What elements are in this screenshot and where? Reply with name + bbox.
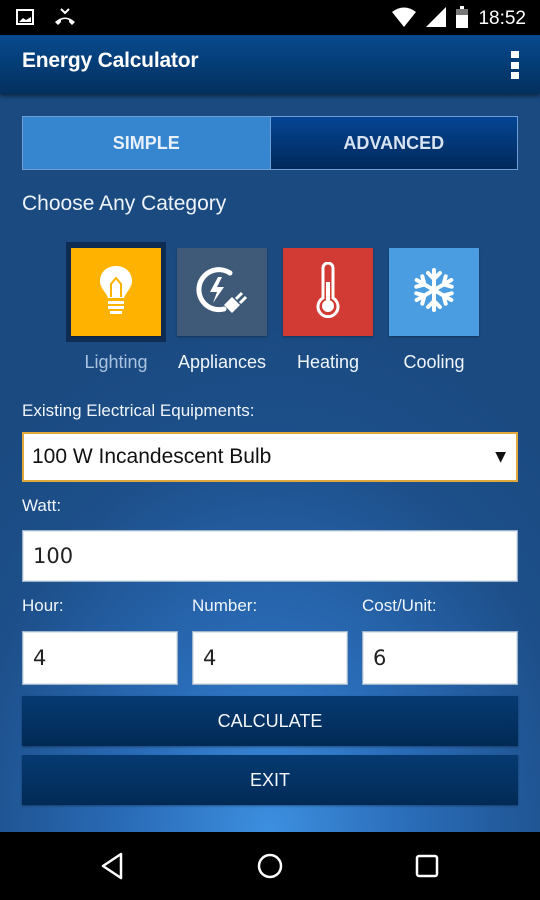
cost-input[interactable]: 6: [362, 631, 518, 685]
overflow-menu-icon[interactable]: [510, 51, 520, 79]
signal-icon: [426, 7, 447, 31]
tab-advanced[interactable]: ADVANCED: [269, 117, 517, 169]
dropdown-arrow-icon: ▼: [495, 449, 506, 465]
category-cooling[interactable]: Cooling: [384, 242, 484, 373]
calculate-button[interactable]: CALCULATE: [22, 696, 518, 746]
wifi-icon: [392, 7, 417, 31]
mode-tabs: SIMPLE ADVANCED: [22, 116, 518, 170]
equipment-select[interactable]: 100 W Incandescent Bulb ▼: [22, 432, 518, 482]
missed-call-icon: [54, 8, 76, 30]
watt-input[interactable]: 100: [22, 530, 518, 582]
status-time: 18:52: [478, 8, 526, 29]
status-bar: 18:52: [0, 0, 540, 35]
category-list: Lighting Appliances Heating Cooling: [66, 242, 486, 380]
watt-label: Watt:: [22, 496, 62, 515]
cost-label: Cost/Unit:: [362, 596, 437, 615]
hour-input[interactable]: 4: [22, 631, 178, 685]
image-notification-icon: [16, 9, 34, 29]
category-lighting[interactable]: Lighting: [66, 242, 166, 373]
tab-simple[interactable]: SIMPLE: [23, 117, 270, 169]
equipment-label: Existing Electrical Equipments:: [22, 401, 255, 420]
home-icon[interactable]: [254, 850, 286, 882]
category-label: Cooling: [403, 352, 465, 372]
navigation-bar: [0, 832, 540, 900]
battery-icon: [456, 6, 469, 32]
main-content: SIMPLE ADVANCED Choose Any Category Ligh…: [0, 94, 540, 832]
category-label: Heating: [296, 352, 360, 372]
power-plug-icon: [194, 265, 250, 319]
hour-label: Hour:: [22, 596, 64, 615]
app-title: Energy Calculator: [22, 49, 199, 72]
exit-button[interactable]: EXIT: [22, 755, 518, 805]
back-icon[interactable]: [97, 850, 129, 882]
number-label: Number:: [192, 596, 258, 615]
category-label: Appliances: [177, 352, 267, 372]
equipment-select-value: 100 W Incandescent Bulb: [32, 445, 272, 468]
category-heading: Choose Any Category: [22, 192, 227, 215]
category-appliances[interactable]: Appliances: [172, 242, 272, 373]
thermometer-icon: [316, 261, 340, 322]
category-label: Lighting: [84, 352, 148, 372]
lightbulb-icon: [98, 264, 134, 320]
category-heating[interactable]: Heating: [278, 242, 378, 373]
snowflake-icon: [411, 267, 457, 317]
app-bar: Energy Calculator: [0, 35, 540, 94]
recents-icon[interactable]: [411, 850, 443, 882]
number-input[interactable]: 4: [192, 631, 348, 685]
